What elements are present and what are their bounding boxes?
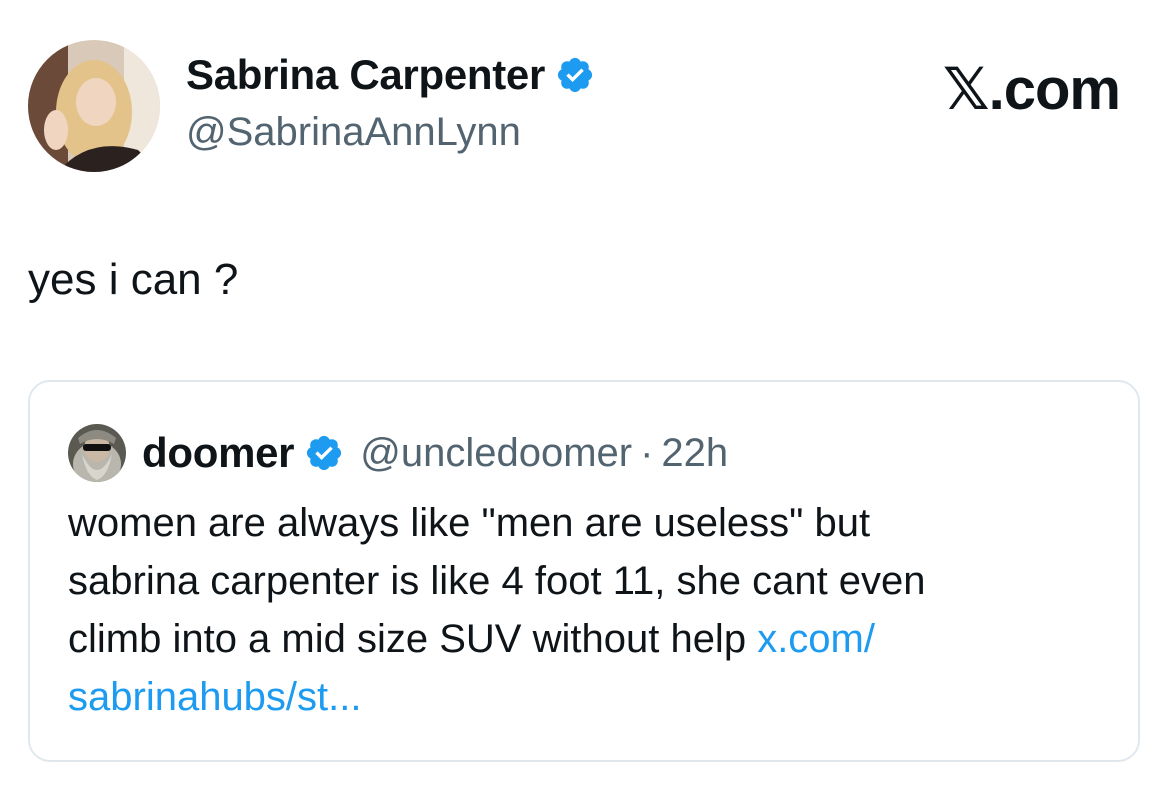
quoted-author-avatar[interactable] — [68, 424, 126, 482]
quoted-text-line: women are always like "men are useless" … — [68, 501, 871, 545]
verified-badge-icon — [304, 433, 344, 473]
quoted-text-line: sabrina carpenter is like 4 foot 11, she… — [68, 559, 926, 603]
x-com-logo: 𝕏.com — [942, 57, 1121, 122]
quoted-author-handle[interactable]: @uncledoomer — [360, 431, 632, 476]
tweet-text: yes i can ? — [28, 255, 239, 304]
author-avatar[interactable] — [28, 40, 160, 172]
quoted-tweet-header: doomer @uncledoomer · 22h — [142, 426, 728, 480]
quoted-tweet-link[interactable]: x.com/ — [757, 617, 875, 661]
quoted-tweet-card[interactable]: doomer @uncledoomer · 22h women are alwa… — [28, 380, 1140, 762]
quoted-text-line: climb into a mid size SUV without help x… — [68, 610, 1108, 668]
header-separator: · — [640, 430, 654, 475]
quoted-tweet-link-continued[interactable]: sabrinahubs/st... — [68, 668, 1108, 726]
quoted-text-segment: climb into a mid size SUV without help — [68, 617, 758, 661]
author-handle[interactable]: @SabrinaAnnLynn — [186, 108, 521, 156]
verified-badge-icon — [555, 55, 595, 95]
author-display-name[interactable]: Sabrina Carpenter — [186, 50, 545, 100]
quoted-tweet-timestamp[interactable]: 22h — [661, 431, 728, 476]
quoted-tweet-text: women are always like "men are useless" … — [68, 494, 1108, 726]
quoted-author-display-name[interactable]: doomer — [142, 429, 295, 477]
author-display-name-row[interactable]: Sabrina Carpenter — [186, 50, 595, 100]
